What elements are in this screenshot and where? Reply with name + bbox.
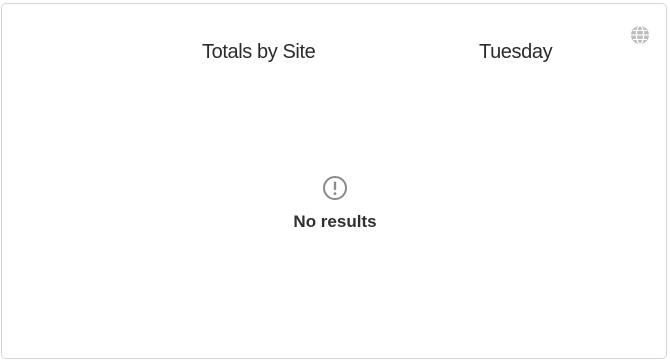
empty-state: No results (2, 175, 668, 233)
totals-by-site-widget: Totals by Site Tuesday No results (1, 3, 667, 359)
day-label: Tuesday (479, 41, 553, 63)
globe-icon[interactable] (629, 24, 651, 46)
widget-title: Totals by Site (202, 41, 316, 63)
alert-circle-icon (323, 176, 347, 200)
no-results-message: No results (293, 212, 377, 231)
